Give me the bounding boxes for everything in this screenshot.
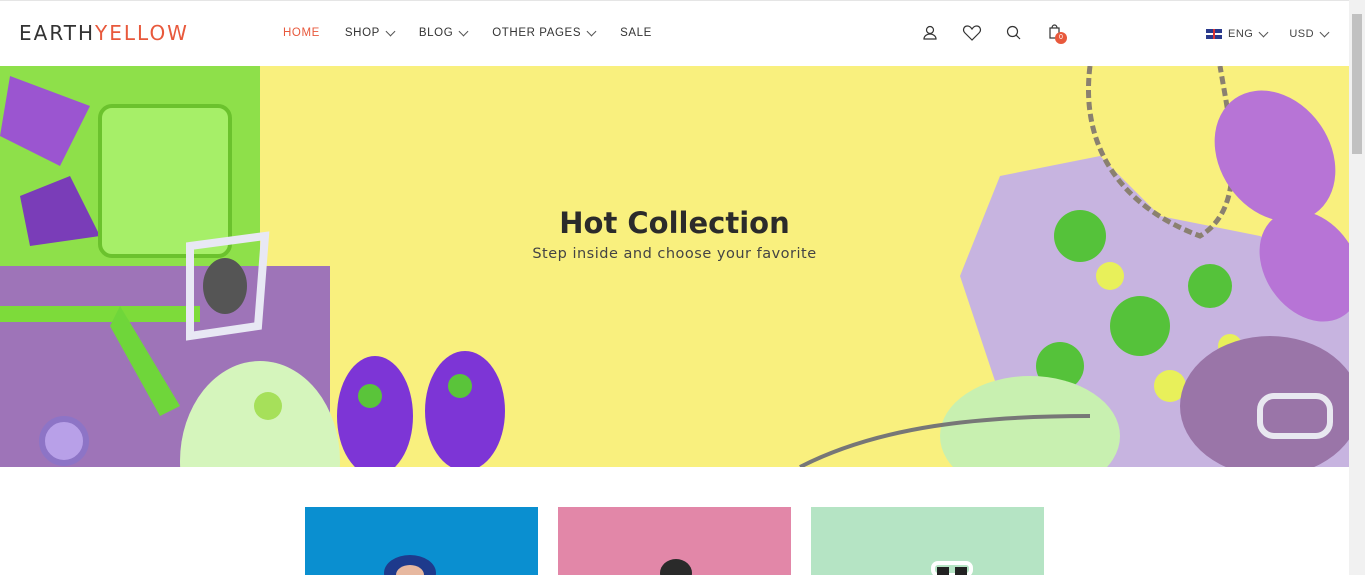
chevron-down-icon [458,26,469,36]
locale-selectors: ENG USD [1206,27,1350,40]
nav-blog-label: BLOG [418,27,454,39]
hero-decoration [0,66,1349,467]
hero-subtitle: Step inside and choose your favorite [532,246,817,262]
nav-sale[interactable]: SALE [620,27,652,39]
nav-home-label: HOME [283,27,320,39]
currency-label: USD [1289,28,1315,40]
nav-blog[interactable]: BLOG [418,26,469,39]
chevron-down-icon [1319,27,1330,37]
language-label: ENG [1228,28,1254,40]
nav-other-pages[interactable]: OTHER PAGES [492,26,597,39]
uk-flag-icon [1206,29,1222,39]
nav-shop-label: SHOP [344,27,380,39]
card-image-2 [660,559,692,575]
heart-icon[interactable] [962,23,982,43]
chevron-down-icon [1258,27,1269,37]
search-icon[interactable] [1004,23,1024,43]
site-header: EARTHYELLOW HOME SHOP BLOG OTHER PAGES S… [0,0,1349,66]
language-select[interactable]: ENG [1206,27,1269,40]
user-icon[interactable] [920,23,940,43]
chevron-down-icon [385,26,396,36]
header-icons: 0 [920,23,1088,44]
main-nav: HOME SHOP BLOG OTHER PAGES SALE [283,26,677,39]
collection-card-1[interactable] [305,507,538,575]
currency-select[interactable]: USD [1289,27,1330,40]
logo-part-1: EARTH [19,21,96,45]
nav-shop[interactable]: SHOP [344,26,396,39]
nav-home[interactable]: HOME [283,27,320,39]
chevron-down-icon [586,26,597,36]
scrollbar-thumb[interactable] [1352,14,1362,154]
page-scrollbar[interactable] [1349,0,1365,575]
site-logo[interactable]: EARTHYELLOW [19,21,189,45]
logo-part-2: YELLOW [95,21,189,45]
nav-other-pages-label: OTHER PAGES [492,27,582,39]
collection-card-2[interactable] [558,507,791,575]
cart-icon[interactable]: 0 [1046,23,1067,44]
collection-card-3[interactable] [811,507,1044,575]
collection-cards [305,507,1064,575]
nav-sale-label: SALE [620,27,652,39]
card-image-1 [384,555,436,575]
cart-count-badge: 0 [1055,32,1067,44]
hero-banner[interactable]: Hot Collection Step inside and choose yo… [0,66,1349,467]
hero-title: Hot Collection [559,206,790,240]
card-image-3 [931,561,973,575]
